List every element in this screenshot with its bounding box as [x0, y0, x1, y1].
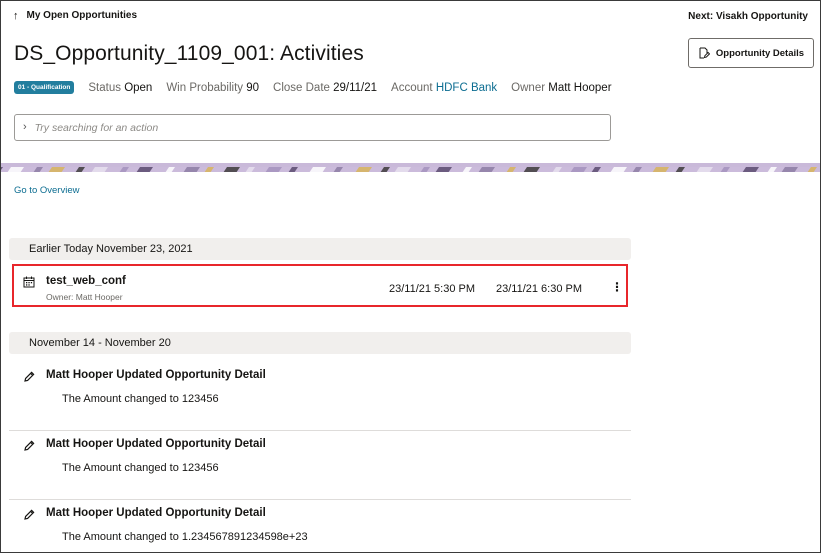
update-title: Matt Hooper Updated Opportunity Detail	[46, 507, 266, 519]
update-description: The Amount changed to 123456	[62, 393, 219, 405]
meeting-end-time: 23/11/21 6:30 PM	[496, 283, 583, 295]
win-probability-field: Win Probability 90	[166, 82, 259, 94]
close-date-value: 29/11/21	[333, 81, 378, 94]
win-probability-label: Win Probability	[166, 81, 244, 94]
decorative-banner	[1, 163, 820, 172]
more-vertical-icon[interactable]: ⋮	[611, 281, 623, 293]
close-date-field: Close Date 29/11/21	[273, 82, 377, 94]
update-title: Matt Hooper Updated Opportunity Detail	[46, 369, 266, 381]
status-value: Open	[124, 81, 153, 94]
row-divider	[9, 430, 631, 431]
opportunity-details-button[interactable]: Opportunity Details	[688, 38, 814, 68]
activity-row-update[interactable]: Matt Hooper Updated Opportunity Detail T…	[9, 432, 631, 500]
status-field: Status Open	[88, 82, 152, 94]
account-field: Account HDFC Bank	[391, 82, 497, 94]
win-probability-value: 90	[246, 81, 260, 94]
meeting-owner: Owner: Matt Hooper	[46, 292, 123, 302]
activity-row-update[interactable]: Matt Hooper Updated Opportunity Detail T…	[9, 501, 631, 552]
account-label: Account	[391, 81, 433, 94]
next-opportunity-link[interactable]: Next: Visakh Opportunity	[688, 11, 808, 22]
action-search-input[interactable]	[34, 121, 595, 134]
row-divider	[9, 499, 631, 500]
meeting-start-time: 23/11/21 5:30 PM	[389, 283, 476, 295]
details-button-label: Opportunity Details	[715, 47, 805, 59]
update-description: The Amount changed to 123456	[62, 462, 219, 474]
calendar-icon	[23, 276, 35, 288]
pencil-icon	[24, 440, 35, 451]
back-to-list-link[interactable]: ↑ My Open Opportunities	[13, 10, 137, 21]
pencil-icon	[24, 371, 35, 382]
pencil-icon	[24, 509, 35, 520]
app-frame: ↑ My Open Opportunities Next: Visakh Opp…	[0, 0, 821, 553]
account-link[interactable]: HDFC Bank	[436, 82, 497, 94]
edit-document-icon	[699, 47, 710, 59]
stage-badge: 01 - Qualification	[14, 81, 75, 94]
update-title: Matt Hooper Updated Opportunity Detail	[46, 438, 266, 450]
close-date-label: Close Date	[273, 81, 330, 94]
section-header-today: Earlier Today November 23, 2021	[9, 238, 631, 260]
owner-field: Owner Matt Hooper	[511, 82, 611, 94]
page-title: DS_Opportunity_1109_001: Activities	[14, 42, 364, 65]
action-search[interactable]: ›	[14, 114, 611, 141]
meeting-title: test_web_conf	[46, 275, 126, 287]
opportunity-meta: 01 - Qualification Status Open Win Proba…	[14, 81, 612, 94]
update-description: The Amount changed to 1.234567891234598e…	[62, 531, 308, 543]
chevron-right-icon: ›	[23, 121, 27, 133]
section-header-week: November 14 - November 20	[9, 332, 631, 354]
activity-row-meeting[interactable]: test_web_conf Owner: Matt Hooper 23/11/2…	[12, 264, 628, 307]
owner-value: Matt Hooper	[548, 81, 612, 94]
status-label: Status	[88, 81, 121, 94]
activity-row-update[interactable]: Matt Hooper Updated Opportunity Detail T…	[9, 363, 631, 431]
go-to-overview-link[interactable]: Go to Overview	[14, 185, 79, 196]
top-navigation: ↑ My Open Opportunities Next: Visakh Opp…	[1, 1, 820, 31]
arrow-up-icon: ↑	[13, 9, 19, 22]
owner-label: Owner	[511, 81, 546, 94]
banner-pattern	[1, 167, 820, 172]
back-link-label: My Open Opportunities	[26, 10, 138, 21]
